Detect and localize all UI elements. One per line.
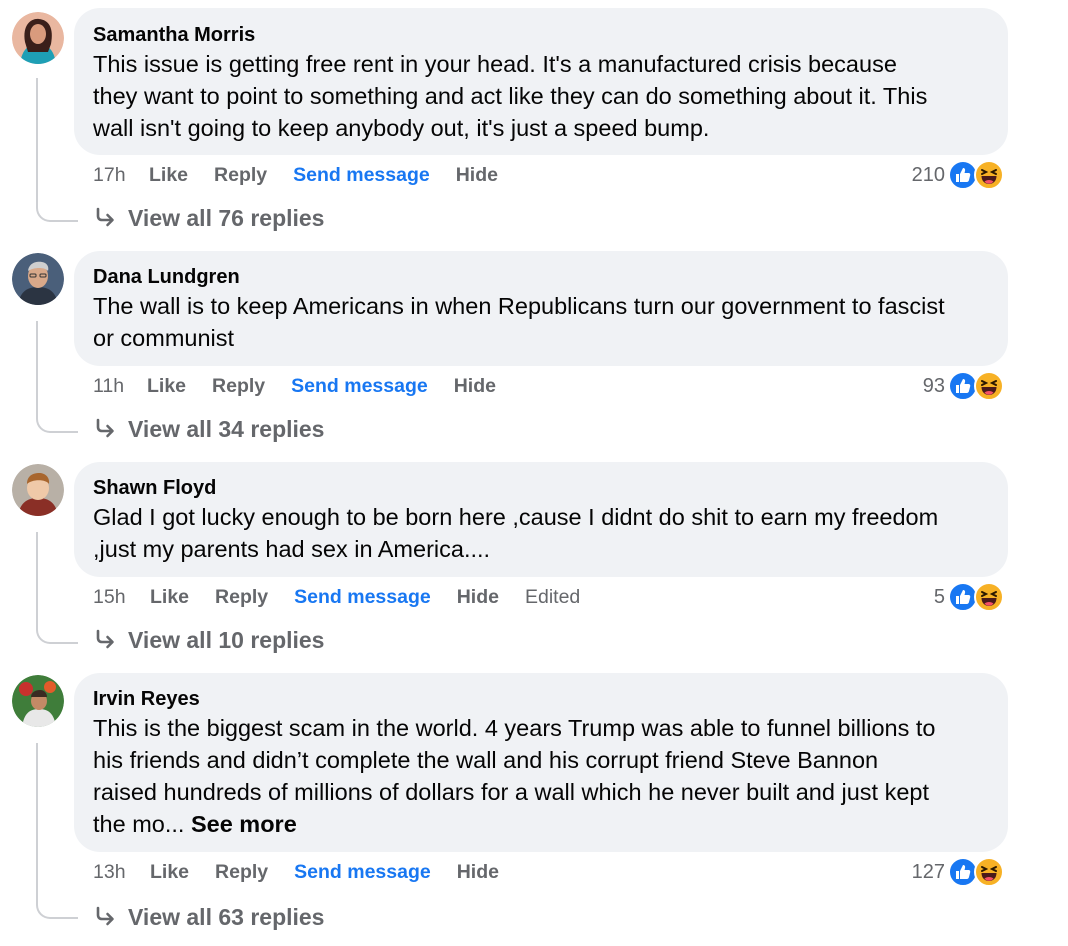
comment-text-line: raised hundreds of millions of dollars f… [93,779,929,805]
hide-button[interactable]: Hide [457,586,499,609]
comment-text: This is the biggest scam in the world. 4… [93,712,989,840]
like-button[interactable]: Like [150,861,189,884]
hide-button[interactable]: Hide [454,375,496,398]
comment-actions: 15h Like Reply Send message Hide Edited [93,582,580,612]
view-replies-link[interactable]: View all 63 replies [93,900,324,934]
comment-text-line: or communist [93,325,235,351]
comment-text-line: they want to point to something and act … [93,83,928,109]
avatar[interactable] [12,675,64,727]
comment-bubble: Shawn Floyd Glad I got lucky enough to b… [74,462,1008,577]
comment-timestamp[interactable]: 13h [93,861,150,884]
reaction-summary[interactable]: 93 [923,371,1004,401]
reply-button[interactable]: Reply [212,375,265,398]
thread-line [36,78,78,222]
haha-reaction-icon [974,857,1004,887]
comment-text-line: ,just my parents had sex in America.... [93,536,491,562]
reply-arrow-icon [96,418,114,438]
view-replies-label: View all 76 replies [128,204,325,231]
reply-button[interactable]: Reply [214,164,267,187]
reaction-count: 210 [911,163,945,186]
comment-text: This issue is getting free rent in your … [93,48,989,144]
reaction-count: 127 [911,860,945,883]
reaction-summary[interactable]: 127 [912,857,1004,887]
avatar[interactable] [12,253,64,305]
reaction-count: 93 [922,374,945,397]
comment-text-line: The wall is to keep Americans in when Re… [93,293,945,319]
avatar[interactable] [12,12,64,64]
view-replies-label: View all 10 replies [128,626,325,653]
reply-arrow-icon [96,207,114,227]
reaction-summary[interactable]: 210 [912,160,1004,190]
reply-arrow-icon [96,629,114,649]
reply-button[interactable]: Reply [215,861,268,884]
comment-text-line: Glad I got lucky enough to be born here … [93,504,939,530]
edited-label: Edited [524,585,581,608]
comment-text-line: his friends and didn’t complete the wall… [93,747,879,773]
avatar[interactable] [12,464,64,516]
comment-timestamp[interactable]: 11h [93,375,147,398]
comment-text: Glad I got lucky enough to be born here … [93,501,989,565]
comment-author[interactable]: Shawn Floyd [93,475,989,501]
comment-actions: 17h Like Reply Send message Hide [93,160,524,190]
comment-author[interactable]: Dana Lundgren [93,264,989,290]
view-replies-label: View all 34 replies [128,415,325,442]
comment-author[interactable]: Irvin Reyes [93,686,989,712]
comment-text-line: This is the biggest scam in the world. 4… [93,715,936,741]
thread-line [36,743,78,919]
see-more-link[interactable]: See more [191,811,297,837]
comment-bubble: Irvin Reyes This is the biggest scam in … [74,673,1008,852]
hide-button[interactable]: Hide [456,164,498,187]
comment-actions: 11h Like Reply Send message Hide [93,371,522,401]
thread-line [36,321,78,433]
view-replies-label: View all 63 replies [128,903,325,930]
send-message-button[interactable]: Send message [291,375,428,398]
like-button[interactable]: Like [147,375,186,398]
send-message-button[interactable]: Send message [293,164,430,187]
send-message-button[interactable]: Send message [294,861,431,884]
comment-timestamp[interactable]: 15h [93,586,150,609]
thread-line [36,532,78,644]
comment-actions: 13h Like Reply Send message Hide [93,857,525,887]
comment-text-truncated: the mo... [93,811,185,837]
haha-reaction-icon [974,582,1004,612]
comment-text-line: wall isn't going to keep anybody out, it… [93,115,710,141]
reaction-count: 5 [933,585,945,608]
view-replies-link[interactable]: View all 34 replies [93,412,324,446]
reply-arrow-icon [96,906,114,926]
comment-bubble: Dana Lundgren The wall is to keep Americ… [74,251,1008,366]
comment-bubble: Samantha Morris This issue is getting fr… [74,8,1008,155]
comment-timestamp[interactable]: 17h [93,164,149,187]
comment-author[interactable]: Samantha Morris [93,22,989,48]
comment-text: The wall is to keep Americans in when Re… [93,290,989,354]
reaction-summary[interactable]: 5 [934,582,1004,612]
comment-text-line: This issue is getting free rent in your … [93,51,897,77]
send-message-button[interactable]: Send message [294,586,431,609]
view-replies-link[interactable]: View all 10 replies [93,623,324,657]
haha-reaction-icon [974,371,1004,401]
reply-button[interactable]: Reply [215,586,268,609]
hide-button[interactable]: Hide [457,861,499,884]
haha-reaction-icon [974,160,1004,190]
view-replies-link[interactable]: View all 76 replies [93,201,324,235]
comment-text-line: the mo... See more [93,808,989,840]
like-button[interactable]: Like [150,586,189,609]
like-button[interactable]: Like [149,164,188,187]
